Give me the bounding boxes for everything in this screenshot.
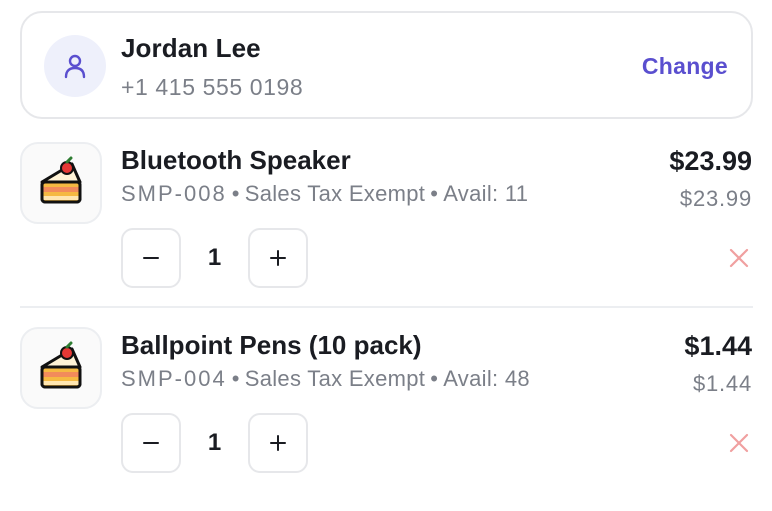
availability: Avail: 11 [443,181,529,206]
decrease-quantity-button[interactable] [121,413,181,473]
cart-line-item: Ballpoint Pens (10 pack) SMP-004 • Sales T… [0,326,772,511]
quantity-value: 1 [207,429,222,456]
cake-slice-icon [40,341,82,389]
availability: Avail: 48 [443,366,530,391]
increase-quantity-button[interactable] [248,413,308,473]
cart-line-item: Bluetooth Speaker SMP-008 • Sales Tax Exem… [0,141,772,326]
close-icon [729,433,749,453]
tax-status: Sales Tax Exempt [244,181,426,206]
customer-phone: +1 415 555 0198 [121,74,304,100]
close-icon [729,248,749,268]
item-divider [20,306,753,308]
tax-status: Sales Tax Exempt [244,366,426,391]
remove-item-button[interactable] [728,432,750,454]
product-sku: SMP-008 [121,181,227,206]
meta-separator: • [430,181,439,206]
customer-name: Jordan Lee [121,33,261,63]
plus-icon [270,250,286,266]
product-name: Ballpoint Pens (10 pack) [121,330,422,360]
quantity-value: 1 [207,244,222,271]
product-name: Bluetooth Speaker [121,145,351,175]
decrease-quantity-button[interactable] [121,228,181,288]
unit-price: $1.44 [692,371,752,396]
avatar [44,35,106,97]
meta-separator: • [430,366,439,391]
product-thumbnail [20,327,102,409]
product-thumbnail [20,142,102,224]
remove-item-button[interactable] [728,247,750,269]
unit-price: $23.99 [679,186,752,211]
minus-icon [143,257,159,259]
product-meta: SMP-004 • Sales Tax Exempt • Avail: 48 [121,366,530,392]
meta-separator: • [231,181,240,206]
meta-separator: • [231,366,240,391]
line-total: $1.44 [684,331,752,361]
customer-card: Jordan Lee +1 415 555 0198 Change [20,11,753,119]
plus-icon [270,435,286,451]
change-customer-button[interactable]: Change [642,53,728,80]
product-meta: SMP-008 • Sales Tax Exempt • Avail: 11 [121,181,528,207]
product-sku: SMP-004 [121,366,227,391]
increase-quantity-button[interactable] [248,228,308,288]
cake-slice-icon [40,156,82,204]
user-icon [64,54,86,79]
minus-icon [143,442,159,444]
line-total: $23.99 [669,146,752,176]
